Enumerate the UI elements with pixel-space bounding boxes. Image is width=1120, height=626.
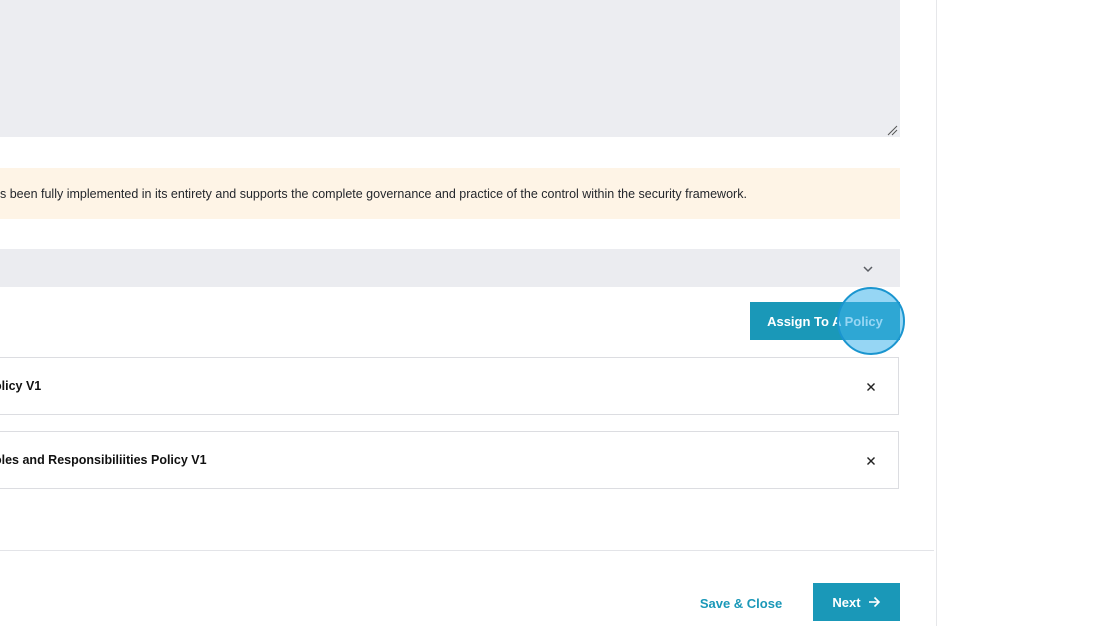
implementation-notice: s been fully implemented in its entirety… <box>0 168 900 219</box>
policy-card: oles and Responsibiliities Policy V1 <box>0 431 899 489</box>
next-label: Next <box>832 594 861 610</box>
main-content: s been fully implemented in its entirety… <box>0 0 936 626</box>
next-button[interactable]: Next <box>813 583 900 621</box>
footer-divider <box>0 550 934 551</box>
policy-name[interactable]: olicy V1 <box>0 379 41 393</box>
policy-card: olicy V1 <box>0 357 899 415</box>
close-icon[interactable] <box>864 454 878 468</box>
policy-name[interactable]: oles and Responsibiliities Policy V1 <box>0 453 207 467</box>
chevron-down-icon[interactable] <box>861 262 875 276</box>
notice-text: s been fully implemented in its entirety… <box>0 186 747 201</box>
save-close-button[interactable]: Save & Close <box>690 588 792 618</box>
policy-select-dropdown[interactable] <box>0 249 900 287</box>
close-icon[interactable] <box>864 380 878 394</box>
arrow-right-icon <box>868 596 880 608</box>
assign-to-policy-button[interactable]: Assign To A Policy <box>750 302 900 340</box>
description-textarea[interactable] <box>0 0 900 137</box>
resize-handle-icon[interactable] <box>886 124 898 136</box>
right-panel <box>936 0 1120 626</box>
